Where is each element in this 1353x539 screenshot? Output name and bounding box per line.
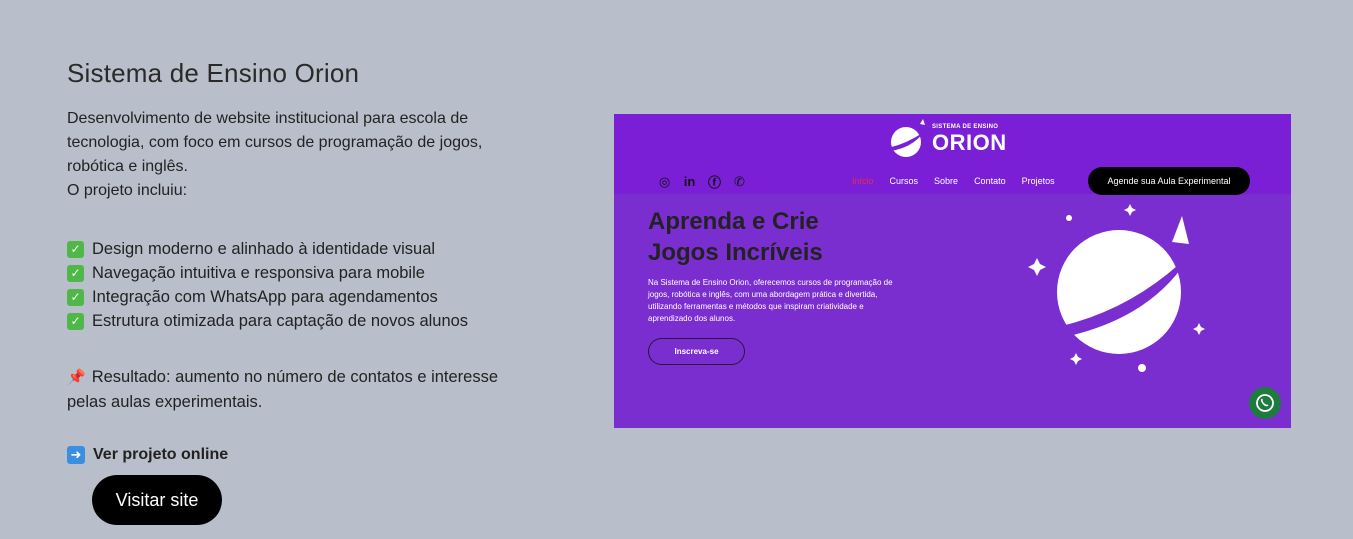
feature-item: ✓ Integração com WhatsApp para agendament… [67,285,547,309]
project-result: 📌 Resultado: aumento no número de contato… [67,368,499,411]
planet-rocket-illustration [1028,204,1205,372]
preview-hero-title: Aprenda e Crie Jogos Incríveis [648,208,823,266]
preview-cta-button: Agende sua Aula Experimental [1088,167,1250,195]
linkedin-icon: in [683,174,696,189]
feature-list: ✓ Design moderno e alinhado à identidade … [67,237,547,333]
description-line: robótica e inglês. [67,158,188,175]
project-info: Sistema de Ensino Orion Desenvolvimento … [67,58,547,464]
description-line: O projeto incluiu: [67,182,188,199]
whatsapp-icon: ✆ [734,173,745,189]
feature-item: ✓ Navegação intuitiva e responsiva para m… [67,261,547,285]
preview-hero-text: Na Sistema de Ensino Orion, oferecemos c… [648,278,893,323]
preview-nav-item: Sobre [934,176,959,186]
preview-enroll-button: Inscreva-se [648,338,745,365]
website-preview-image: SISTEMA DE ENSINO ORION ◎ in ⓕ ✆ Início … [614,114,1291,428]
whatsapp-float-icon [1249,387,1281,419]
planet-logo-icon [888,119,925,157]
preview-nav-item: Contato [974,176,1006,186]
online-project-label: ➜ Ver projeto online [67,446,547,464]
preview-nav-item: Cursos [889,176,919,186]
checkmark-icon: ✓ [67,288,84,306]
description-line: tecnologia, com foco em cursos de progra… [67,134,483,151]
instagram-icon: ◎ [658,173,671,189]
facebook-icon: ⓕ [707,175,721,190]
pushpin-icon: 📌 [67,369,86,386]
feature-item: ✓ Design moderno e alinhado à identidade … [67,237,547,261]
preview-nav-item: Início [852,176,874,186]
project-description: Desenvolvimento de website institucional… [67,107,547,203]
arrow-right-icon: ➜ [67,446,85,464]
project-title: Sistema de Ensino Orion [67,58,360,88]
checkmark-icon: ✓ [67,312,84,330]
preview-social-icons: ◎ in ⓕ ✆ [656,173,748,191]
checkmark-icon: ✓ [67,264,84,282]
feature-item: ✓ Estrutura otimizada para captação de no… [67,309,547,333]
checkmark-icon: ✓ [67,240,84,258]
preview-logo: SISTEMA DE ENSINO ORION [886,118,1007,162]
preview-nav: Início Cursos Sobre Contato Projetos [852,176,1055,186]
preview-nav-item: Projetos [1021,176,1055,186]
description-line: Desenvolvimento de website institucional… [67,110,469,127]
visit-site-button[interactable]: Visitar site [92,475,222,525]
